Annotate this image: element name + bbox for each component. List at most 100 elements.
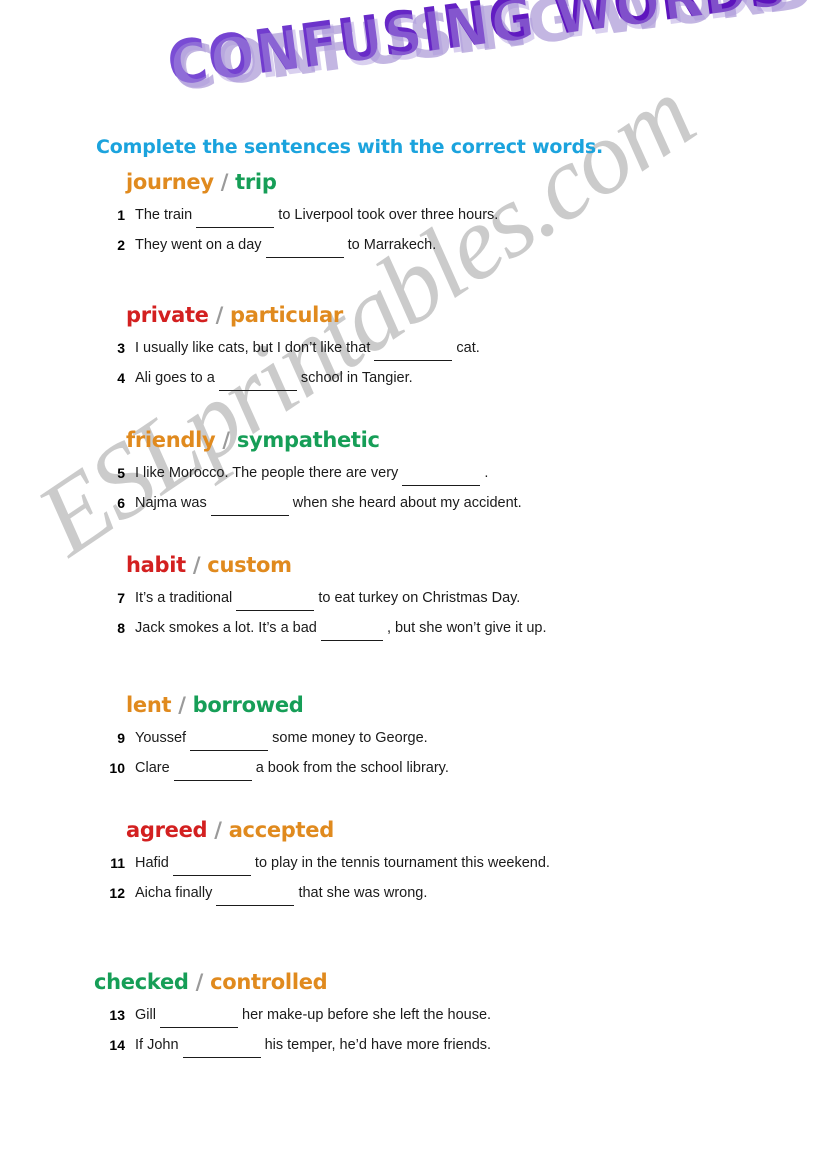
sentence-text: Najma was when she heard about my accide… (135, 488, 522, 519)
sentence-text-after: his temper, he’d have more friends. (264, 1037, 492, 1053)
answer-blank[interactable] (190, 720, 269, 751)
word-pair-section: friendly / sympathetic 5 I like Morocco. T… (0, 428, 821, 518)
sentence-text-before: Gill (135, 1007, 156, 1023)
sentence-text: Jack smokes a lot. It’s a bad , but she … (135, 613, 547, 644)
answer-blank[interactable] (159, 997, 238, 1028)
exercise-sentence: 3 I usually like cats, but I don’t like t… (93, 333, 821, 363)
sentence-number: 7 (117, 590, 125, 606)
exercise-sentence: 5 I like Morocco. The people there are ve… (93, 458, 821, 488)
sentence-number: 1 (117, 207, 125, 223)
exercise-sentence: 10 Clare a book from the school library. (93, 753, 821, 783)
sentence-list: 7 It’s a traditional to eat turkey on Chr… (93, 583, 821, 643)
sentence-text: Aicha finally that she was wrong. (135, 878, 427, 909)
answer-blank[interactable] (182, 1027, 261, 1058)
sentence-text-before: If John (135, 1037, 179, 1053)
word-option-b: custom (207, 553, 292, 577)
word-option-b: accepted (228, 818, 335, 842)
sentence-text-after: school in Tangier. (300, 370, 413, 386)
word-pair-heading: habit / custom (126, 553, 821, 577)
word-pair-separator: / (208, 303, 231, 327)
exercise-sentence: 2 They went on a day to Marrakech. (93, 230, 821, 260)
sentence-number: 6 (117, 495, 125, 511)
sentence-list: 1 The train to Liverpool took over three … (93, 200, 821, 260)
exercise-sentence: 8 Jack smokes a lot. It’s a bad , but she… (93, 613, 821, 643)
answer-blank[interactable] (173, 750, 252, 781)
sentence-text: I like Morocco. The people there are ver… (135, 458, 488, 489)
word-pair-section: lent / borrowed 9 Youssef some money to Ge… (0, 693, 821, 783)
sentence-text-after: . (484, 465, 489, 481)
instruction-text: Complete the sentences with the correct … (96, 136, 603, 158)
sentence-number: 5 (117, 465, 125, 481)
sentence-number: 13 (109, 1007, 125, 1023)
word-pair-separator: / (185, 553, 208, 577)
sentence-text-after: when she heard about my accident. (292, 495, 522, 511)
sentence-text-before: They went on a day (135, 237, 262, 253)
sentence-text-after: to eat turkey on Christmas Day. (318, 590, 521, 606)
sentence-text: Hafid to play in the tennis tournament t… (135, 848, 550, 879)
word-option-b: borrowed (192, 693, 304, 717)
word-option-b: controlled (210, 970, 328, 994)
answer-blank[interactable] (216, 875, 295, 906)
answer-blank[interactable] (402, 455, 481, 486)
word-pair-heading: agreed / accepted (126, 818, 821, 842)
word-pair-separator: / (188, 970, 211, 994)
sentence-number: 3 (117, 340, 125, 356)
word-pair-heading: checked / controlled (94, 970, 821, 994)
worksheet-title: CONFUSING WORDS (163, 0, 791, 100)
exercise-sentence: 9 Youssef some money to George. (93, 723, 821, 753)
answer-blank[interactable] (320, 610, 383, 641)
sentence-text-after: that she was wrong. (298, 885, 428, 901)
worksheet-page: CONFUSING WORDS CONFUSING WORDS Complete… (0, 0, 821, 1169)
sentence-number: 11 (110, 855, 125, 871)
word-pair-heading: friendly / sympathetic (126, 428, 821, 452)
sentence-list: 5 I like Morocco. The people there are ve… (93, 458, 821, 518)
sentence-number: 9 (117, 730, 125, 746)
answer-blank[interactable] (236, 580, 315, 611)
sentence-text-before: The train (135, 207, 193, 223)
sentence-text-after: cat. (456, 340, 480, 356)
sentence-text-after: some money to George. (272, 730, 428, 746)
title-banner: CONFUSING WORDS CONFUSING WORDS (0, 0, 821, 126)
sentence-text: Clare a book from the school library. (135, 753, 449, 784)
sentence-text-after: , but she won’t give it up. (386, 620, 547, 636)
word-pair-heading: journey / trip (126, 170, 821, 194)
word-pair-separator: / (215, 428, 237, 452)
sentence-number: 8 (117, 620, 125, 636)
answer-blank[interactable] (374, 330, 453, 361)
sentence-text-before: I like Morocco. The people there are ver… (135, 465, 399, 481)
sentence-number: 10 (109, 760, 125, 776)
sentence-list: 11 Hafid to play in the tennis tournament… (93, 848, 821, 908)
sentence-text: If John his temper, he’d have more frien… (135, 1030, 491, 1061)
word-pair-heading: lent / borrowed (126, 693, 821, 717)
answer-blank[interactable] (265, 227, 344, 258)
exercise-sentence: 1 The train to Liverpool took over three … (93, 200, 821, 230)
sentence-text-before: I usually like cats, but I don’t like th… (135, 340, 371, 356)
sentence-text: Ali goes to a school in Tangier. (135, 363, 413, 394)
sentence-list: 3 I usually like cats, but I don’t like t… (93, 333, 821, 393)
exercise-sentence: 11 Hafid to play in the tennis tournament… (93, 848, 821, 878)
exercise-sentence: 12 Aicha finally that she was wrong. (93, 878, 821, 908)
answer-blank[interactable] (196, 197, 275, 228)
exercise-sentence: 14 If John his temper, he’d have more fri… (93, 1030, 821, 1060)
sentence-list: 13 Gill her make-up before she left the h… (93, 1000, 821, 1060)
word-pair-separator: / (213, 170, 236, 194)
sentence-text-before: Aicha finally (135, 885, 213, 901)
answer-blank[interactable] (218, 360, 297, 391)
sentence-text-before: Clare (135, 760, 170, 776)
word-option-a: lent (126, 693, 172, 717)
word-pair-section: habit / custom 7 It’s a traditional to eat… (0, 553, 821, 643)
word-pair-section: checked / controlled 13 Gill her make-up b… (0, 970, 821, 1060)
word-pair-separator: / (171, 693, 193, 717)
word-pair-section: journey / trip 1 The train to Liverpool to… (0, 170, 821, 260)
answer-blank[interactable] (172, 845, 251, 876)
sentence-text-after: to play in the tennis tournament this we… (254, 855, 550, 871)
sentence-text: They went on a day to Marrakech. (135, 230, 436, 261)
word-option-b: particular (230, 303, 343, 327)
sentence-text-before: Hafid (135, 855, 169, 871)
exercise-sentence: 4 Ali goes to a school in Tangier. (93, 363, 821, 393)
word-option-a: friendly (126, 428, 216, 452)
sentence-text: I usually like cats, but I don’t like th… (135, 333, 480, 364)
word-option-a: agreed (126, 818, 208, 842)
sentence-number: 14 (109, 1037, 125, 1053)
answer-blank[interactable] (210, 485, 289, 516)
